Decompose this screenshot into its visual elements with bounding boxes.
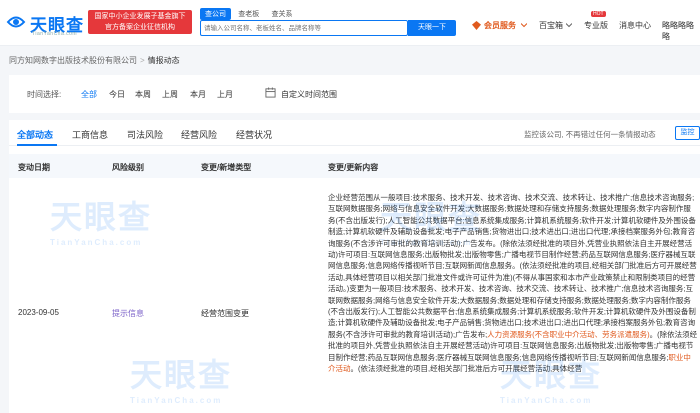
- search-tab-boss[interactable]: 查老板: [233, 8, 264, 20]
- vip-gem-icon: [472, 21, 481, 30]
- custom-time-range[interactable]: 自定义时间范围: [281, 89, 337, 100]
- monitor-button[interactable]: 监控: [675, 126, 700, 140]
- nav-pro[interactable]: 专业版: [584, 20, 608, 31]
- top-header: 天眼查 TianYanCha.com 国家中小企业发展子基金旗下 官方备案企业征…: [0, 0, 700, 46]
- dynamics-panel: 全部动态 工商信息 司法风险 经营风险 经营状况 监控该公司, 不再错过任何一条…: [9, 120, 700, 413]
- content-highlight: 人力资源服务(不含职业中介活动、劳务派遣服务): [487, 329, 650, 339]
- chevron-down-icon: [521, 23, 527, 28]
- header-change-type: 变更/新增类型: [201, 163, 252, 172]
- search-button[interactable]: 天眼一下: [408, 20, 456, 36]
- row-risk-level[interactable]: 提示信息: [112, 308, 144, 319]
- nav-user[interactable]: 略略略略略: [662, 20, 700, 42]
- row-change-type: 经营范围变更: [201, 309, 249, 318]
- content-text: 。(依法须经批准的项目,经相关部门批准后方可开展经营活动,具体经营: [350, 364, 583, 374]
- tab-operational-status[interactable]: 经营状况: [236, 128, 272, 141]
- time-filter-last-week[interactable]: 上周: [162, 89, 178, 100]
- breadcrumb-current: 情报动态: [147, 56, 180, 65]
- header-change-date: 变动日期: [18, 163, 50, 172]
- row-date: 2023-09-05: [18, 308, 59, 317]
- active-tab-indicator: [17, 144, 57, 146]
- tab-operational-risk[interactable]: 经营风险: [181, 128, 217, 141]
- logo-subtext: TianYanCha.com: [32, 31, 78, 37]
- breadcrumb: 同方知网数字出版技术股份有限公司 > 情报动态: [9, 55, 180, 66]
- promo-banner[interactable]: 国家中小企业发展子基金旗下 官方备案企业征信机构: [88, 10, 192, 34]
- category-tabs: 全部动态 工商信息 司法风险 经营风险 经营状况 监控该公司, 不再错过任何一条…: [9, 120, 700, 146]
- tab-all-dynamics[interactable]: 全部动态: [17, 128, 53, 141]
- tab-judicial-risk[interactable]: 司法风险: [127, 128, 163, 141]
- header-change-content: 变更/更新内容: [328, 163, 379, 172]
- breadcrumb-separator: >: [140, 56, 145, 65]
- breadcrumb-company[interactable]: 同方知网数字出版技术股份有限公司: [9, 56, 137, 65]
- table-header: 变动日期 风险级别 变更/新增类型 变更/更新内容: [9, 154, 700, 178]
- time-filter: 时间选择: 全部 今日 本周 上周 本月 上月 自定义时间范围: [9, 75, 700, 113]
- search-box: [200, 20, 408, 36]
- promo-line-2: 官方备案企业征信机构: [105, 24, 175, 31]
- search-type-tabs: 查公司 查老板 查关系: [200, 8, 297, 20]
- row-change-content: 企业经营范围从一般项目:技术服务、技术开发、技术咨询、技术交流、技术转让、技术推…: [328, 192, 698, 375]
- calendar-icon: [265, 87, 276, 98]
- search-tab-company[interactable]: 查公司: [200, 8, 231, 20]
- monitor-note: 监控该公司, 不再错过任何一条情报动态: [524, 130, 656, 139]
- site-logo[interactable]: 天眼查 TianYanCha.com: [6, 8, 86, 38]
- promo-line-1: 国家中小企业发展子基金旗下: [94, 13, 186, 20]
- search-tab-relation[interactable]: 查关系: [266, 8, 297, 20]
- content-text: 企业经营范围从一般项目:技术服务、技术开发、技术咨询、技术交流、技术转让、技术推…: [328, 193, 697, 339]
- time-filter-all[interactable]: 全部: [81, 89, 97, 100]
- time-filter-today[interactable]: 今日: [109, 89, 125, 100]
- tab-business-info[interactable]: 工商信息: [72, 128, 108, 141]
- chevron-down-icon: [566, 23, 572, 28]
- time-filter-label: 时间选择:: [27, 90, 62, 99]
- time-filter-this-month[interactable]: 本月: [190, 89, 206, 100]
- search-input[interactable]: [204, 22, 404, 34]
- hot-badge: HOT: [591, 11, 606, 17]
- time-filter-this-week[interactable]: 本周: [135, 89, 151, 100]
- time-filter-last-month[interactable]: 上月: [217, 89, 233, 100]
- nav-messages[interactable]: 消息中心: [619, 20, 651, 31]
- header-risk-level: 风险级别: [112, 163, 144, 172]
- eye-logo-icon: [6, 16, 26, 28]
- nav-baibao[interactable]: 百宝箱: [539, 20, 563, 31]
- nav-member-service[interactable]: 会员服务: [484, 20, 516, 31]
